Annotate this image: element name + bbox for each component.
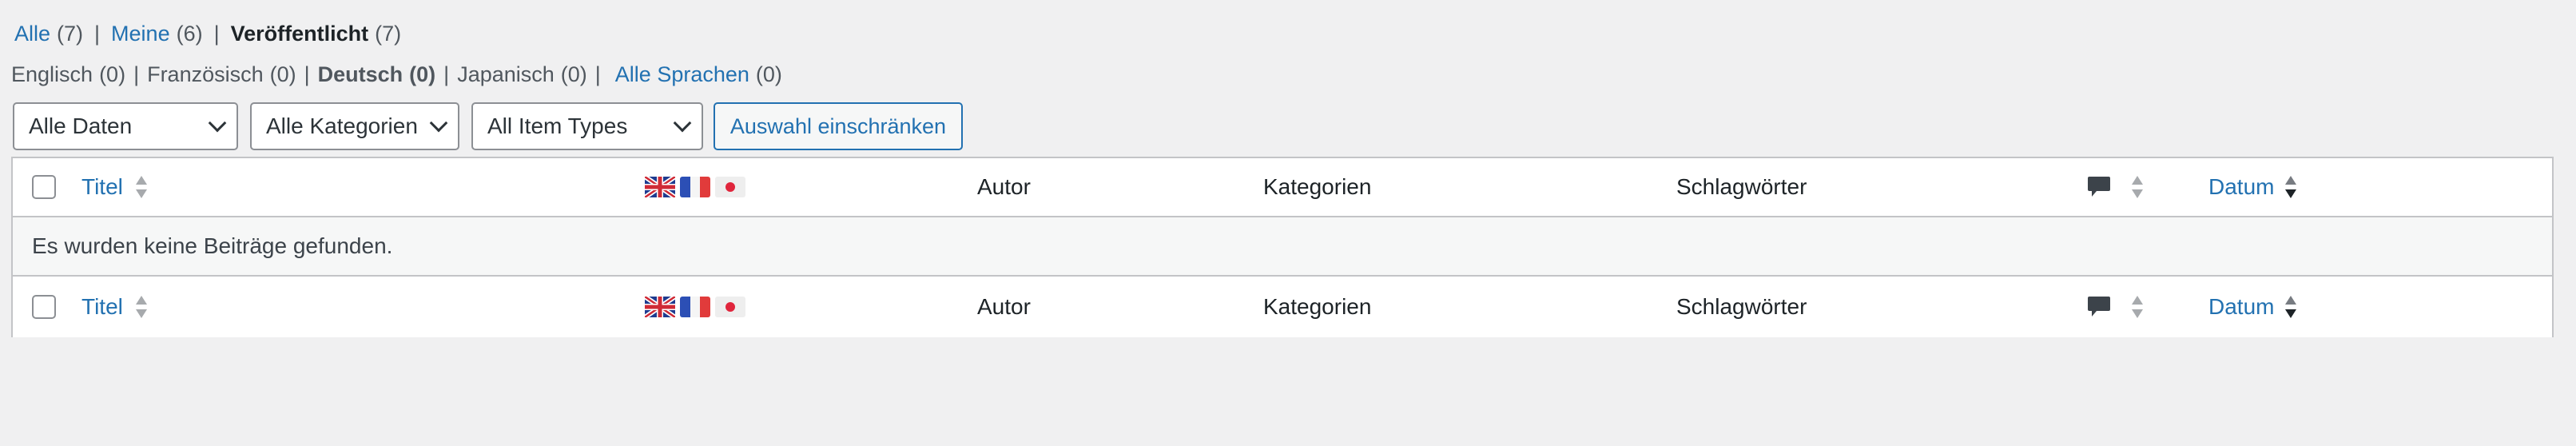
japan-flag-icon [715,177,745,197]
lang-all-link[interactable]: Alle Sprachen [615,62,749,87]
uk-flag-icon [645,177,675,197]
lang-german-current[interactable]: Deutsch [318,62,403,87]
sort-desc-icon[interactable] [2285,174,2296,200]
column-title-sort-link[interactable]: Titel [81,174,123,200]
select-all-checkbox[interactable] [32,295,56,319]
separator: | [133,62,140,86]
chevron-down-icon [673,113,692,133]
column-tags: Schlagwörter [1676,294,1807,319]
no-items-message: Es wurden keine Beiträge gefunden. [32,233,393,258]
chevron-down-icon [429,113,448,133]
lang-all-count: (0) [755,62,782,86]
column-title-sort-link[interactable]: Titel [81,294,123,320]
column-author: Autor [977,294,1031,319]
posts-table: Titel Autor Kategorien Schlagwörter Datu… [11,157,2554,337]
separator: | [94,21,101,46]
filter-all-link[interactable]: Alle [14,22,50,46]
language-flags [645,297,745,317]
filter-submit-button[interactable]: Auswahl einschränken [714,102,963,150]
item-type-filter-select[interactable]: All Item Types [471,102,703,150]
column-author: Autor [977,174,1031,199]
chevron-down-icon [208,113,227,133]
separator: | [213,21,220,46]
separator: | [594,62,601,86]
column-date-sort-link[interactable]: Datum [2208,174,2274,200]
table-header-row: Titel Autor Kategorien Schlagwörter Datu… [13,158,2552,217]
date-filter-select[interactable]: Alle Daten [13,102,238,150]
no-items-row: Es wurden keine Beiträge gefunden. [13,217,2552,277]
column-date-sort-link[interactable]: Datum [2208,294,2274,320]
japan-flag-icon [715,297,745,317]
category-filter-select[interactable]: Alle Kategorien [250,102,459,150]
france-flag-icon [680,177,710,197]
sort-arrows-icon[interactable] [136,294,147,320]
lang-japanese-link[interactable]: Japanisch [457,62,555,87]
filter-published-count: (7) [375,21,402,46]
lang-german-count: (0) [409,62,436,86]
sort-desc-icon[interactable] [2285,294,2296,320]
sort-arrows-icon[interactable] [2132,294,2143,320]
language-filter-links: Englisch (0) | Französisch (0) | Deutsch… [11,59,782,90]
status-filter-links: Alle (7) | Meine (6) | Veröffentlicht (7… [14,18,401,50]
lang-japanese-count: (0) [560,62,587,86]
column-tags: Schlagwörter [1676,174,1807,199]
uk-flag-icon [645,297,675,317]
column-categories: Kategorien [1263,294,1372,319]
filter-published-link[interactable]: Veröffentlicht [231,22,369,46]
language-flags [645,177,745,197]
date-filter-value: Alle Daten [29,113,133,138]
separator: | [443,62,450,86]
lang-french-link[interactable]: Französisch [147,62,264,87]
comment-bubble-icon[interactable] [2087,294,2111,320]
sort-arrows-icon[interactable] [136,174,147,200]
category-filter-value: Alle Kategorien [266,113,418,138]
filter-mine-link[interactable]: Meine [111,22,170,46]
comment-bubble-icon[interactable] [2087,174,2111,200]
lang-english-count: (0) [99,62,126,86]
filter-all-count: (7) [57,21,84,46]
filter-mine-count: (6) [176,21,203,46]
separator: | [304,62,310,86]
table-footer-row: Titel Autor Kategorien Schlagwörter Datu… [13,277,2552,337]
lang-english-link[interactable]: Englisch [11,62,93,87]
sort-arrows-icon[interactable] [2132,174,2143,200]
france-flag-icon [680,297,710,317]
item-type-filter-value: All Item Types [487,113,628,138]
lang-french-count: (0) [269,62,296,86]
column-categories: Kategorien [1263,174,1372,199]
select-all-checkbox[interactable] [32,175,56,199]
